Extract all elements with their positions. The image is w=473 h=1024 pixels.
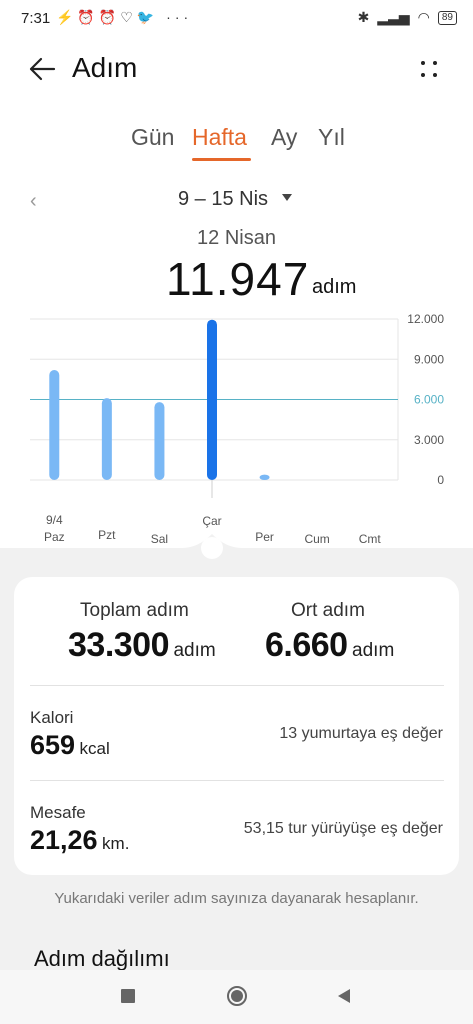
x-tick-label: Pzt	[98, 528, 116, 542]
x-tick-label: Cmt	[359, 532, 382, 546]
back-nav-button[interactable]	[336, 988, 352, 1004]
arrow-left-icon	[29, 57, 56, 81]
bar	[259, 474, 270, 480]
total-steps: 33.300 adım	[68, 626, 216, 665]
distance-label: Mesafe	[30, 803, 86, 822]
more-menu-button[interactable]	[418, 58, 442, 82]
avg-steps-value: 6.660	[265, 626, 348, 664]
home-button[interactable]	[226, 985, 248, 1007]
active-tab-indicator	[192, 158, 251, 161]
x-date-label: 9/4	[46, 513, 63, 527]
divider	[30, 780, 444, 781]
calorie-unit: kcal	[79, 739, 110, 758]
calorie: 659 kcal	[30, 730, 110, 761]
steps-bar-chart[interactable]: 12.000 9.000 6.000 3.000 0 Paz 9/4 Pzt Sal Çar Per…	[0, 305, 473, 565]
calorie-value: 659	[30, 730, 76, 760]
recents-button[interactable]	[121, 989, 135, 1003]
total-steps-label: Toplam adım	[80, 600, 189, 621]
bar	[207, 319, 217, 480]
distance: 21,26 km.	[30, 825, 129, 856]
distance-equivalent: 53,15 tur yürüyüşe eş değer	[243, 820, 443, 837]
triangle-icon	[338, 989, 350, 1003]
circle-icon-inner	[231, 990, 243, 1002]
y-tick-label: 6.000	[414, 393, 444, 407]
selection-knob	[201, 537, 223, 559]
tab-month[interactable]: Ay	[271, 124, 297, 151]
wifi-icon: ◠	[417, 9, 430, 25]
page-title: Adım	[72, 52, 138, 83]
x-tick-label: Paz	[44, 530, 65, 544]
week-range-selector[interactable]: 9 – 15 Nis	[178, 188, 268, 211]
bar	[49, 369, 60, 480]
calorie-label: Kalori	[30, 708, 74, 727]
more-dots-icon	[421, 73, 425, 77]
more-dots-icon	[433, 61, 437, 65]
battery-icon: 89	[437, 10, 457, 25]
selected-date: 12 Nisan	[197, 227, 276, 249]
x-tick-label: Cum	[304, 532, 329, 546]
calorie-equivalent: 13 yumurtaya eş değer	[279, 725, 443, 742]
divider	[30, 685, 444, 686]
more-dots-icon	[421, 61, 425, 65]
prev-week-button[interactable]: ‹	[30, 190, 37, 213]
x-tick-label: Çar	[202, 514, 221, 528]
more-dots-icon	[433, 73, 437, 77]
selected-steps: 11.947	[166, 253, 310, 305]
notification-icons: ⚡⏰⏰♡🐦 ···	[56, 9, 193, 25]
bar	[154, 402, 165, 480]
distance-value: 21,26	[30, 825, 98, 855]
system-status: ✱ ▂▃▅ ◠ 89	[358, 9, 457, 26]
bluetooth-icon: ✱	[357, 9, 370, 25]
data-note: Yukarıdaki veriler adım sayınıza dayanar…	[54, 890, 419, 907]
x-tick-label: Sal	[151, 532, 168, 546]
avg-steps: 6.660 adım	[265, 626, 394, 665]
section-title: Adım dağılımı	[34, 946, 170, 971]
status-time: 7:31	[21, 10, 51, 27]
system-nav-bar	[0, 970, 473, 1024]
distance-unit: km.	[102, 834, 130, 853]
x-tick-label: Per	[255, 530, 274, 544]
y-tick-label: 0	[437, 473, 444, 487]
y-tick-label: 3.000	[414, 433, 444, 447]
total-steps-unit: adım	[173, 640, 216, 661]
back-button[interactable]	[28, 55, 56, 88]
avg-steps-unit: adım	[352, 640, 395, 661]
tab-week[interactable]: Hafta	[192, 124, 247, 151]
tab-year[interactable]: Yıl	[318, 124, 345, 151]
total-steps-value: 33.300	[68, 626, 170, 664]
dropdown-caret-icon[interactable]	[282, 194, 292, 201]
summary-card: Toplam adım 33.300 adım Ort adım 6.660 a…	[14, 577, 459, 875]
y-tick-label: 12.000	[407, 312, 444, 326]
square-icon	[121, 989, 135, 1003]
bar	[101, 398, 112, 480]
signal-icon: ▂▃▅	[377, 9, 410, 25]
selected-steps-unit: adım	[312, 276, 357, 298]
tab-day[interactable]: Gün	[131, 124, 174, 151]
avg-steps-label: Ort adım	[291, 600, 365, 621]
y-tick-label: 9.000	[414, 352, 444, 366]
